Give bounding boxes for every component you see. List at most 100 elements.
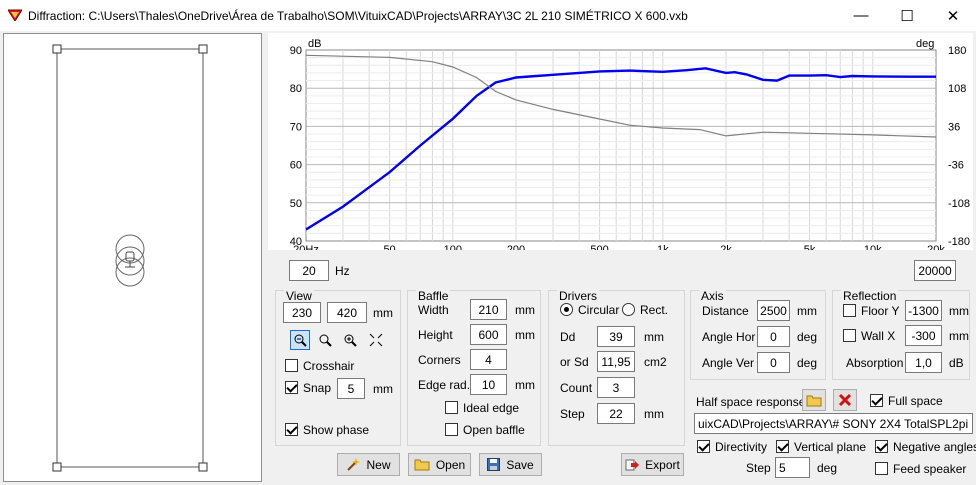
view-unit-label: mm [373,306,393,320]
circular-radio[interactable] [560,303,573,316]
close-button[interactable]: ✕ [930,0,976,31]
y-tick-left: 60 [290,160,302,172]
open-baffle-label: Open baffle [463,423,525,437]
corners-label: Corners [418,353,461,367]
edge-radius-unit: mm [515,378,535,392]
baffle-preview[interactable] [3,33,262,482]
maximize-button[interactable]: ☐ [884,0,930,31]
x-tick: 20k [927,244,945,250]
ideal-edge-checkbox[interactable] [445,401,458,414]
show-phase-label: Show phase [303,423,370,437]
corners-input[interactable]: 4 [470,349,507,370]
dd-input[interactable]: 39 [597,326,635,347]
directivity-step-label: Step [746,461,771,475]
driver-step-label: Step [560,407,585,421]
y-tick-left: 90 [290,45,302,57]
baffle-height-unit: mm [515,328,535,342]
export-icon [625,459,640,471]
floor-checkbox[interactable] [843,304,856,317]
directivity-checkbox[interactable] [697,440,710,453]
feed-speaker-checkbox[interactable] [875,462,888,475]
edge-radius-input[interactable]: 10 [470,374,507,395]
microphone-icon [125,251,135,268]
y-axis-label-right: deg [916,38,934,50]
max-frequency-input[interactable]: 20000 [914,260,956,281]
export-label: Export [645,457,680,472]
absorption-input[interactable]: 1,0 [905,352,942,373]
delete-icon[interactable] [833,389,857,411]
fit-all-icon[interactable] [366,330,386,350]
wall-input[interactable]: -300 [905,325,942,346]
baffle-height-input[interactable]: 600 [470,324,507,345]
angle-hor-input[interactable]: 0 [757,326,790,347]
directivity-step-input[interactable]: 5 [775,457,810,478]
open-baffle-checkbox[interactable] [445,423,458,436]
y-tick-right: -180 [948,236,970,248]
circular-label: Circular [578,303,620,317]
minimize-button[interactable]: — [838,0,884,31]
sd-unit: cm2 [644,355,667,369]
negative-angles-label: Negative angles [893,440,976,454]
baffle-width-input[interactable]: 210 [470,299,507,320]
y-tick-right: 180 [948,45,966,57]
floppy-icon [487,458,501,471]
snap-checkbox[interactable] [285,381,298,394]
x-tick: 10k [864,244,882,250]
axis-title: Axis [699,289,726,303]
angle-hor-label: Angle Hor [702,330,756,344]
open-folder-icon[interactable] [802,389,826,411]
plot-area [305,49,937,242]
sd-input[interactable]: 11,95 [597,351,635,372]
distance-input[interactable]: 2500 [757,300,790,321]
y-tick-left: 50 [290,198,302,210]
min-frequency-input[interactable]: 20 [289,260,329,281]
y-tick-left: 80 [290,83,302,95]
save-button[interactable]: Save [479,453,542,476]
full-space-label: Full space [888,394,943,408]
window-title: Diffraction: C:\Users\Thales\OneDrive\Ár… [28,9,688,23]
save-label: Save [506,457,534,472]
angle-ver-label: Angle Ver [702,356,755,370]
zoom-out-icon[interactable] [290,330,310,350]
wall-unit: mm [949,329,969,343]
count-input[interactable]: 3 [597,377,635,398]
zoom-fit-icon[interactable] [315,330,335,350]
wall-label: Wall X [861,329,896,343]
view-title: View [284,289,314,303]
new-button[interactable]: New [337,453,400,476]
show-phase-checkbox[interactable] [285,423,298,436]
floor-input[interactable]: -1300 [905,300,942,321]
driver-circle-1 [115,234,145,264]
feed-speaker-label: Feed speaker [893,462,967,476]
view-width-input[interactable]: 230 [283,302,321,323]
baffle-width-label: Width [418,303,449,317]
dd-label: Dd [560,330,576,344]
app-icon [8,9,22,21]
snap-input[interactable]: 5 [337,378,365,399]
open-button[interactable]: Open [408,453,471,476]
x-tick: 200 [507,244,525,250]
crosshair-checkbox[interactable] [285,359,298,372]
drivers-title: Drivers [557,289,599,303]
angle-ver-input[interactable]: 0 [757,352,790,373]
view-height-input[interactable]: 420 [327,302,367,323]
half-space-path-input[interactable]: uixCAD\Projects\ARRAY\# SONY 2X4 TotalSP… [694,413,973,434]
full-space-checkbox[interactable] [870,394,883,407]
y-tick-right: 108 [948,83,966,95]
wand-icon [347,457,361,471]
driver-step-input[interactable]: 22 [597,403,635,424]
y-axis-label-left: dB [308,38,321,50]
vertical-plane-checkbox[interactable] [776,440,789,453]
response-graph[interactable]: dB deg 90 80 70 60 50 40 180 108 36 -36 -108 -180 20Hz… [268,33,973,256]
baffle-width-unit: mm [515,303,535,317]
resize-handle-tl [52,44,62,54]
zoom-in-icon[interactable] [340,330,360,350]
export-button[interactable]: Export [621,453,684,476]
new-label: New [366,457,391,472]
baffle-title: Baffle [416,289,451,303]
rect-radio[interactable] [622,303,635,316]
freq-unit-label: Hz [335,264,350,278]
floor-unit: mm [949,304,969,318]
negative-angles-checkbox[interactable] [875,440,888,453]
wall-checkbox[interactable] [843,329,856,342]
